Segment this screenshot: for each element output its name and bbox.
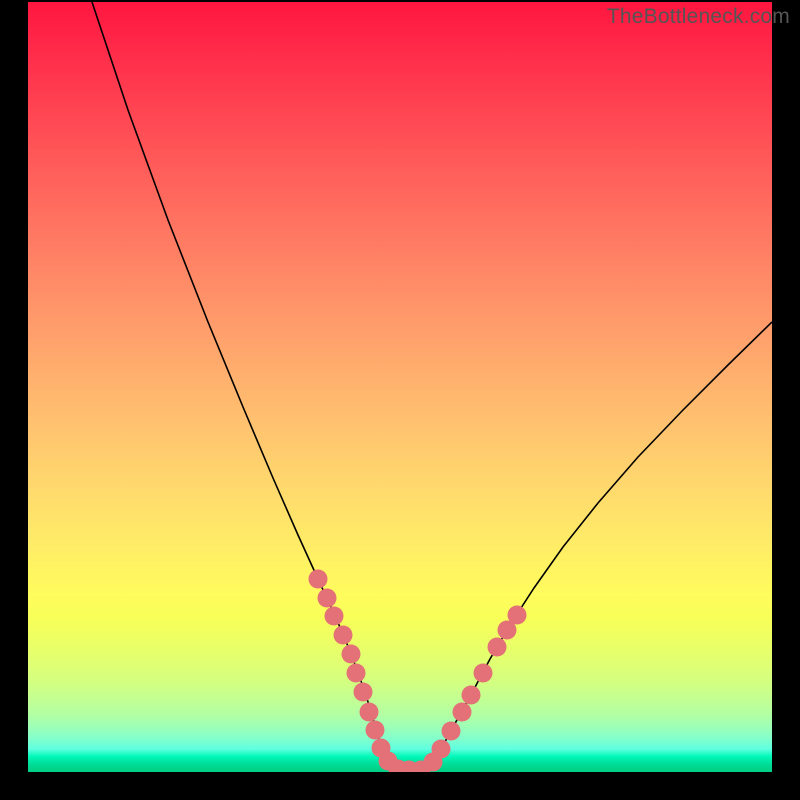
data-point	[325, 607, 344, 626]
data-point	[360, 703, 379, 722]
data-point	[453, 703, 472, 722]
data-point	[366, 721, 385, 740]
data-point	[342, 645, 361, 664]
data-point	[442, 722, 461, 741]
outer-frame: TheBottleneck.com	[0, 0, 800, 800]
data-point	[474, 664, 493, 683]
data-point	[508, 606, 527, 625]
data-point	[309, 570, 328, 589]
plot-area	[28, 2, 772, 772]
data-point	[347, 664, 366, 683]
scatter-points	[309, 570, 527, 773]
data-point	[354, 683, 373, 702]
data-point	[432, 740, 451, 759]
chart-svg	[28, 2, 772, 772]
data-point	[318, 589, 337, 608]
watermark-text: TheBottleneck.com	[607, 5, 790, 29]
data-point	[334, 626, 353, 645]
right-curve	[423, 322, 772, 772]
data-point	[488, 638, 507, 657]
data-point	[462, 686, 481, 705]
